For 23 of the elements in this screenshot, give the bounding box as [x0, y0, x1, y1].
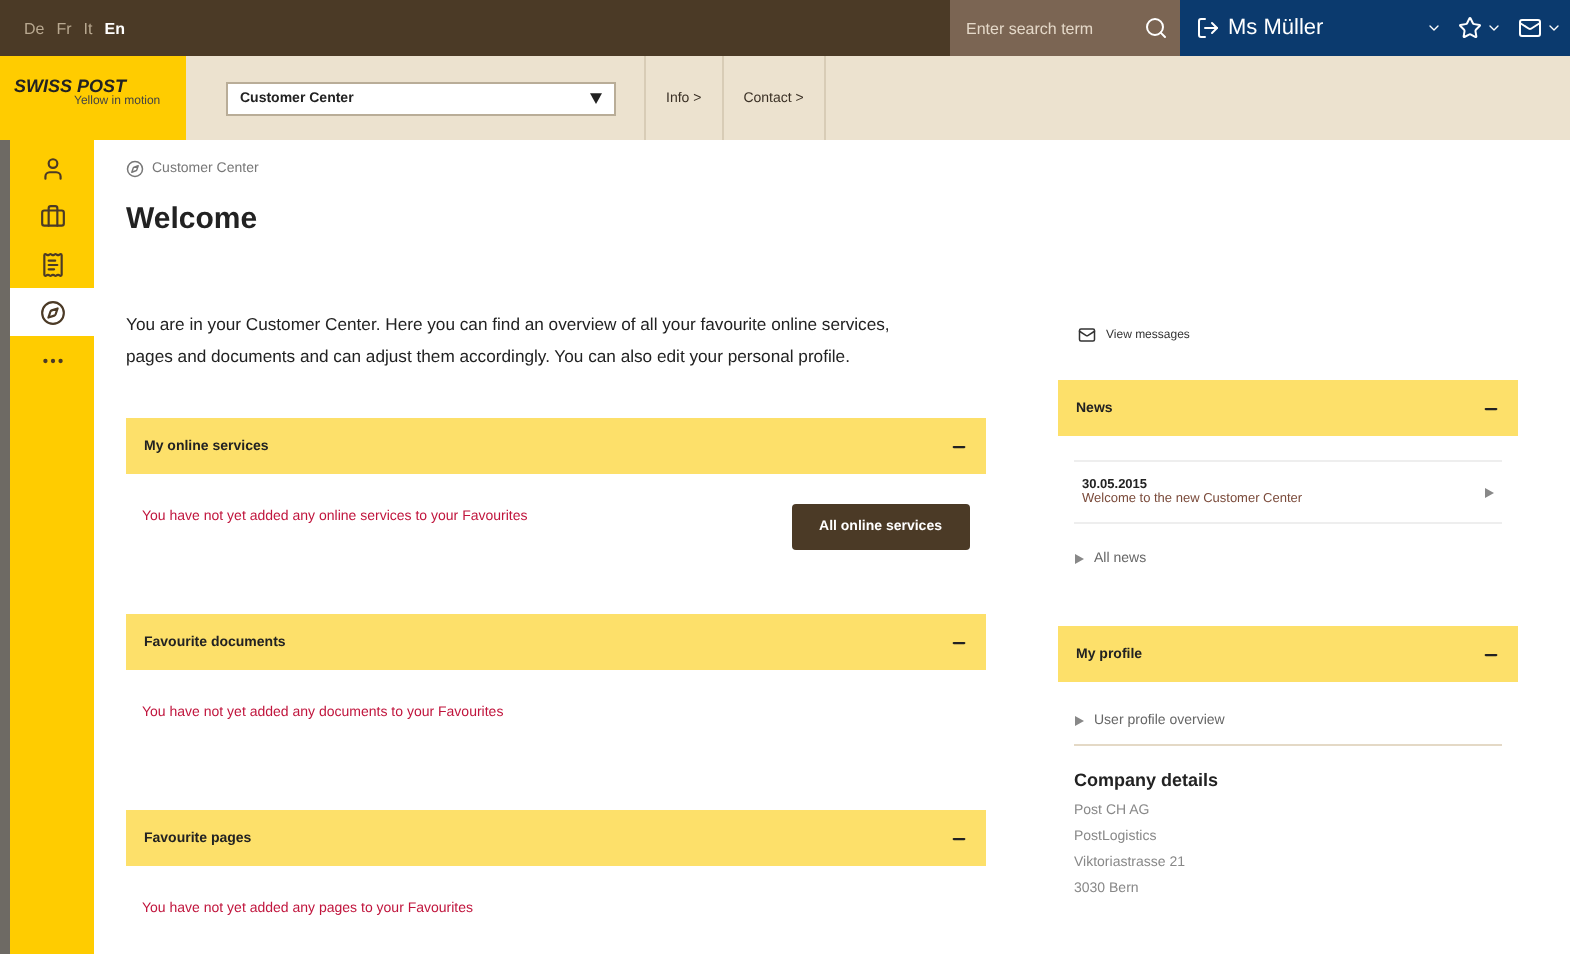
page-title: Welcome [126, 202, 260, 236]
language-link[interactable]: Fr [56, 19, 72, 37]
language-link[interactable]: It [83, 19, 93, 37]
intro-text: You are in your Customer Center. Here you can find an overview of all your favourite online services, pages and documents and can adjust them accordingly. You can also edit your personal profile. [126, 312, 892, 370]
logo-text: SWISS POST [14, 76, 127, 96]
logout-icon[interactable] [1196, 16, 1220, 40]
briefcase-icon [39, 203, 65, 229]
arrow-icon [1484, 487, 1494, 497]
person-icon [39, 155, 65, 181]
search-field[interactable]: Enter search term [962, 17, 1136, 39]
company-details-heading: Company details [1074, 770, 1221, 790]
arrow-icon [1074, 716, 1084, 726]
document-icon [39, 251, 65, 277]
search-box[interactable]: Enter search term [950, 0, 1180, 56]
mail-icon [1078, 326, 1096, 344]
search-icon[interactable] [1144, 16, 1168, 40]
caret-icon [590, 92, 602, 104]
compass-icon [39, 299, 65, 325]
language-link[interactable]: De [24, 19, 45, 37]
compass-icon [126, 160, 144, 178]
language-link[interactable]: En [104, 19, 125, 37]
sidebar-item[interactable] [10, 288, 94, 336]
arrow-icon [1074, 554, 1084, 564]
